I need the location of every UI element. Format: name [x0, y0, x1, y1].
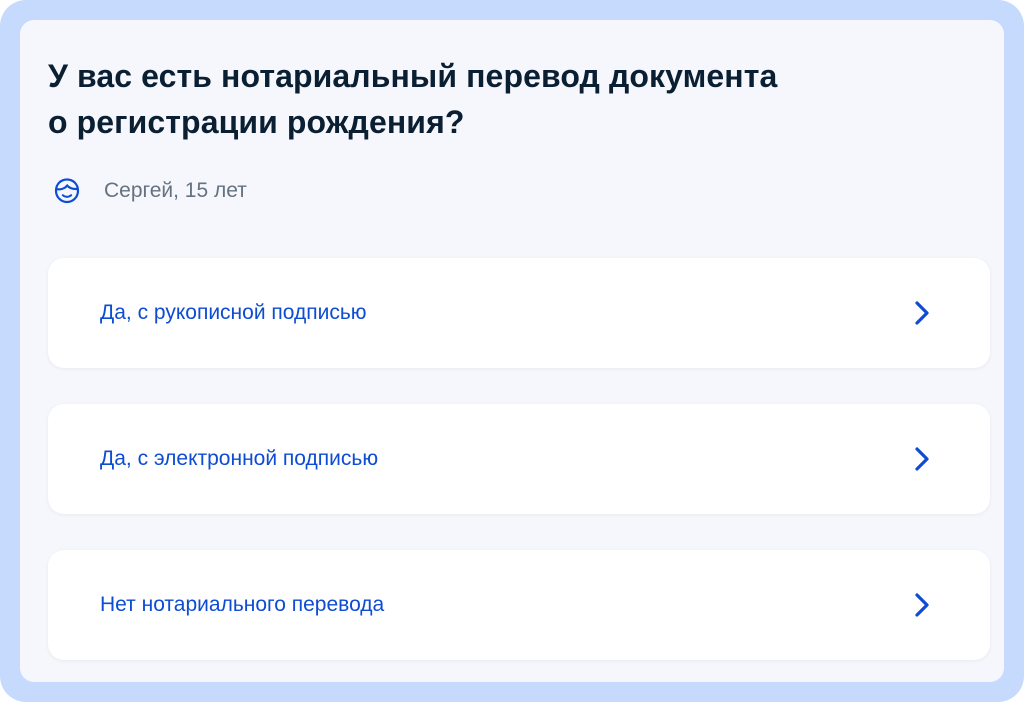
- question-title-line-1: У вас есть нотариальный перевод документ…: [48, 58, 778, 94]
- option-no-notarial-translation[interactable]: Нет нотариального перевода: [48, 550, 990, 660]
- person-name: Сергей, 15 лет: [104, 179, 247, 202]
- child-face-icon: [52, 176, 82, 206]
- question-title-line-2: о регистрации рождения?: [48, 104, 465, 140]
- chevron-right-icon: [915, 593, 929, 617]
- answer-options: Да, с рукописной подписью Да, с электрон…: [48, 258, 990, 660]
- question-card: У вас есть нотариальный перевод документ…: [20, 20, 1004, 682]
- option-label: Нет нотариального перевода: [100, 593, 385, 616]
- option-handwritten-signature[interactable]: Да, с рукописной подписью: [48, 258, 990, 368]
- chevron-right-icon: [915, 301, 929, 325]
- person-info: Сергей, 15 лет: [52, 174, 247, 208]
- option-electronic-signature[interactable]: Да, с электронной подписью: [48, 404, 990, 514]
- option-label: Да, с рукописной подписью: [100, 301, 367, 324]
- chevron-right-icon: [915, 447, 929, 471]
- question-title: У вас есть нотариальный перевод документ…: [48, 53, 908, 145]
- outer-frame: У вас есть нотариальный перевод документ…: [0, 0, 1024, 702]
- option-label: Да, с электронной подписью: [100, 447, 379, 470]
